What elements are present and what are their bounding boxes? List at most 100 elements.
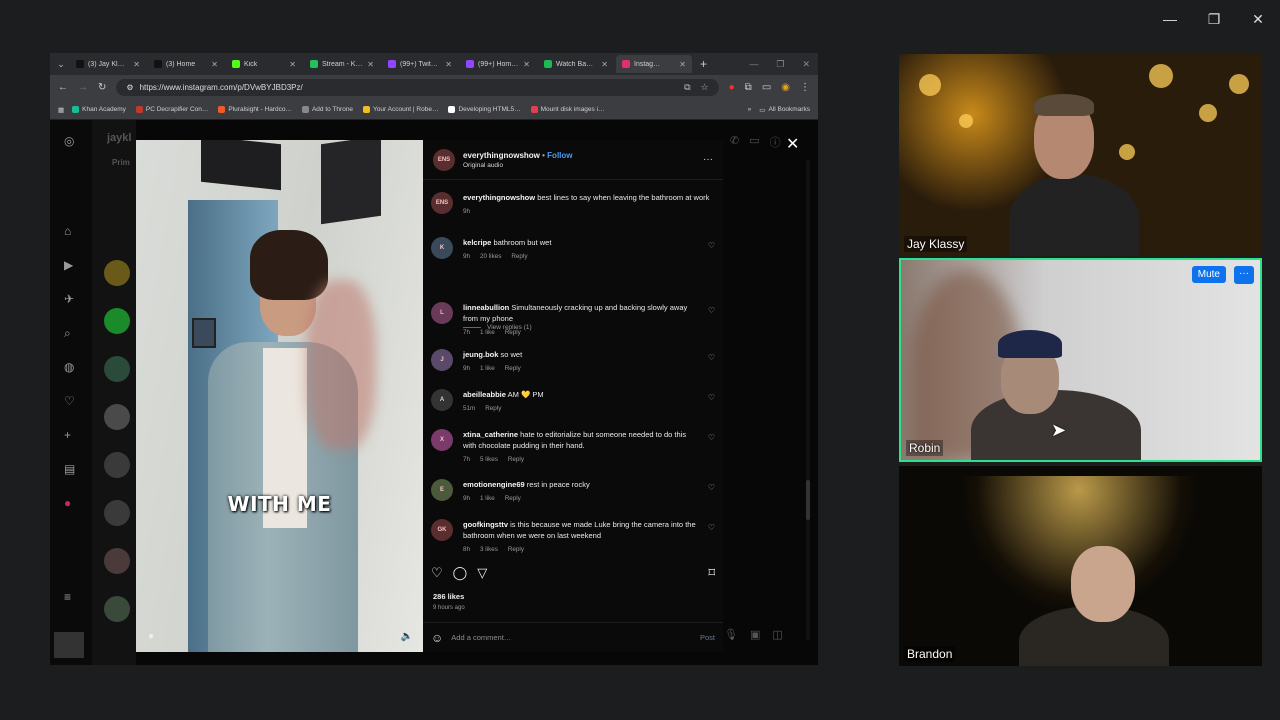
create-icon[interactable]: + — [64, 428, 71, 442]
browser-minimize-icon[interactable]: — — [749, 59, 758, 70]
dm-avatar[interactable] — [104, 260, 130, 286]
bookmark-item[interactable]: Add to Throne — [301, 106, 353, 113]
site-info-icon[interactable]: ⚙ — [126, 83, 133, 92]
more-menu-icon[interactable]: ≡ — [64, 590, 71, 604]
primary-tab[interactable]: Prim — [112, 158, 130, 167]
reels-icon[interactable]: ▶ — [64, 258, 73, 272]
comment-likes[interactable]: 20 likes — [480, 251, 501, 262]
share-send-icon[interactable]: ▽ — [477, 565, 487, 581]
commenter-avatar[interactable]: J — [431, 349, 453, 371]
comment-likes[interactable]: 1 like — [480, 363, 495, 374]
author-avatar[interactable]: ENS — [433, 148, 455, 171]
comment-username[interactable]: everythingnowshow — [463, 193, 535, 202]
comment-like-heart-icon[interactable]: ♡ — [708, 393, 715, 414]
comment-likes[interactable]: 5 likes — [480, 454, 498, 465]
save-bookmark-icon[interactable]: ⌑ — [708, 565, 715, 581]
threads-thumbnail[interactable] — [54, 632, 84, 658]
dm-avatar[interactable] — [104, 596, 130, 622]
mute-button[interactable]: Mute — [1191, 266, 1226, 283]
profile-icon[interactable]: ◉ — [781, 82, 790, 93]
comment-reply-button[interactable]: Reply — [508, 454, 524, 465]
bookmark-item[interactable]: Pluralsight - Hardco… — [218, 106, 292, 113]
scroll-thumb[interactable] — [806, 480, 810, 520]
browser-tab[interactable]: Stream - K… ✕ — [304, 55, 380, 73]
all-bookmarks-folder[interactable]: ▭ All Bookmarks — [759, 106, 810, 114]
more-options-icon[interactable]: ··· — [703, 154, 713, 165]
comment-likes[interactable]: 1 like — [480, 493, 495, 504]
minimize-button[interactable]: — — [1148, 0, 1192, 38]
bookmark-item[interactable]: PC Decrapifier Con… — [135, 106, 208, 113]
search-icon[interactable]: ⌕ — [64, 326, 71, 341]
browser-tab[interactable]: (99+) Hom… ✕ — [460, 55, 536, 73]
comment-like-heart-icon[interactable]: ♡ — [708, 353, 715, 374]
video-call-icon[interactable]: ▭ — [749, 134, 759, 150]
video-sound-icon[interactable]: 🔈 — [401, 631, 413, 642]
comment-username[interactable]: kelcripe — [463, 238, 491, 247]
close-window-button[interactable]: ✕ — [1236, 0, 1280, 38]
new-tab-button[interactable]: + — [694, 57, 713, 71]
close-post-icon[interactable]: ✕ — [786, 134, 799, 154]
tab-close-icon[interactable]: ✕ — [289, 60, 296, 69]
sticker-icon[interactable]: ◫ — [772, 628, 782, 641]
comment-likes[interactable]: 3 likes — [480, 544, 498, 555]
comment-reply-button[interactable]: Reply — [511, 251, 527, 262]
install-icon[interactable]: ⧉ — [684, 82, 690, 93]
likes-count[interactable]: 286 likes — [433, 592, 464, 601]
comment-reply-button[interactable]: Reply — [505, 363, 521, 374]
browser-tab[interactable]: (3) Home ✕ — [148, 55, 224, 73]
comment-like-heart-icon[interactable]: ♡ — [708, 523, 715, 555]
comment-like-heart-icon[interactable]: ♡ — [708, 241, 715, 262]
participant-tile-jay[interactable]: Jay Klassy — [899, 54, 1262, 256]
audio-label[interactable]: Original audio — [463, 162, 573, 169]
explore-icon[interactable]: ✈ — [64, 292, 74, 306]
page-scrollbar[interactable] — [806, 160, 810, 640]
tab-close-icon[interactable]: ✕ — [445, 60, 452, 69]
comment-likes[interactable]: 1 like — [480, 327, 495, 338]
tab-search-icon[interactable]: ⌄ — [54, 59, 68, 70]
comment-reply-button[interactable]: Reply — [505, 493, 521, 504]
extension-red-icon[interactable]: ● — [729, 82, 735, 93]
back-icon[interactable]: ← — [58, 82, 68, 93]
post-video[interactable]: WITH ME ● 🔈 — [136, 140, 423, 652]
dm-avatar[interactable] — [104, 308, 130, 334]
tab-close-icon[interactable]: ✕ — [133, 60, 140, 69]
info-icon[interactable]: ⓘ — [770, 134, 781, 150]
compass-icon[interactable]: ◍ — [64, 360, 74, 374]
tab-close-icon[interactable]: ✕ — [211, 60, 218, 69]
dm-avatar[interactable] — [104, 404, 130, 430]
post-comment-button[interactable]: Post — [700, 633, 715, 642]
bookmark-star-icon[interactable]: ☆ — [701, 82, 709, 93]
commenter-avatar[interactable]: ENS — [431, 192, 453, 214]
split-icon[interactable]: ▭ — [762, 82, 771, 93]
restore-button[interactable]: ❐ — [1192, 0, 1236, 38]
comment-username[interactable]: emotionengine69 — [463, 480, 525, 489]
dm-avatar[interactable] — [104, 500, 130, 526]
home-icon[interactable]: ⌂ — [64, 224, 71, 238]
participant-tile-robin[interactable]: Mute ··· ➤ Robin — [899, 258, 1262, 462]
comment-like-heart-icon[interactable]: ♡ — [708, 306, 715, 338]
dashboard-icon[interactable]: ▤ — [64, 462, 75, 476]
comment-username[interactable]: linneabullion — [463, 303, 509, 312]
forward-icon[interactable]: → — [78, 82, 88, 93]
apps-icon[interactable]: ▦ — [58, 106, 64, 114]
commenter-avatar[interactable]: E — [431, 479, 453, 501]
participant-options-button[interactable]: ··· — [1234, 266, 1254, 284]
browser-tab[interactable]: Kick ✕ — [226, 55, 302, 73]
profile-avatar-icon[interactable]: ● — [64, 496, 71, 510]
phone-icon[interactable]: ✆ — [730, 134, 739, 150]
menu-icon[interactable]: ⋮ — [800, 82, 810, 93]
commenter-avatar[interactable]: X — [431, 429, 453, 451]
bookmark-item[interactable]: Your Account | Robe… — [363, 106, 438, 113]
bookmark-item[interactable]: Developing HTML5… — [448, 106, 521, 113]
comment-reply-button[interactable]: Reply — [485, 403, 501, 414]
commenter-avatar[interactable]: L — [431, 302, 453, 324]
comment-username[interactable]: jeung.bok — [463, 350, 498, 359]
comment-bubble-icon[interactable]: ◯ — [453, 565, 468, 581]
tab-close-icon[interactable]: ✕ — [523, 60, 530, 69]
dm-avatar[interactable] — [104, 548, 130, 574]
commenter-avatar[interactable]: K — [431, 237, 453, 259]
comment-username[interactable]: goofkingsttv — [463, 520, 508, 529]
browser-maximize-icon[interactable]: ❐ — [776, 59, 784, 70]
browser-tab[interactable]: Watch Ba… ✕ — [538, 55, 614, 73]
reload-icon[interactable]: ↻ — [98, 82, 106, 93]
